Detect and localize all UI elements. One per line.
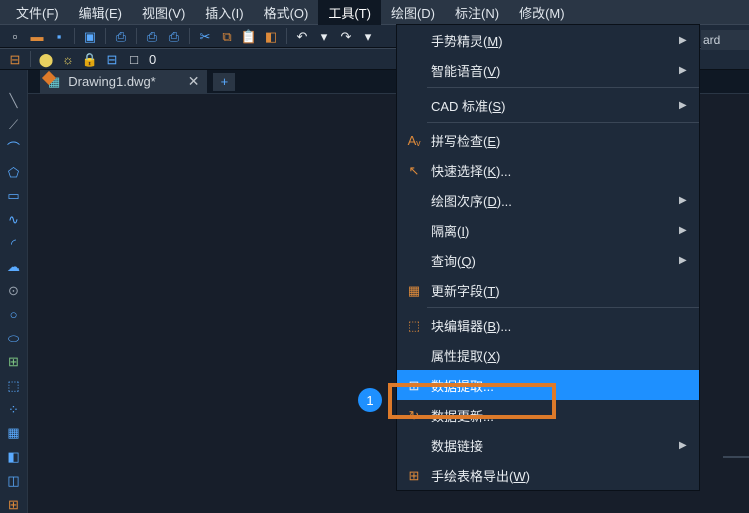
menu-item[interactable]: Aᵥ拼写检查(E) — [397, 125, 699, 155]
new-icon[interactable]: ▫ — [6, 27, 24, 45]
insert-icon[interactable]: ⬚ — [4, 377, 24, 395]
right-fragment: ard — [701, 30, 749, 50]
preview-icon[interactable]: ⎙ — [165, 27, 183, 45]
menu-item[interactable]: 修改(M) — [509, 0, 575, 25]
menu-item-label: 绘图次序(D)... — [427, 191, 679, 210]
copy-icon[interactable]: ⧉ — [218, 27, 236, 45]
menu-item[interactable]: 智能语音(V)▶ — [397, 55, 699, 85]
menu-item[interactable]: 绘图(D) — [381, 0, 445, 25]
tools-menu-dropdown: 手势精灵(M)▶智能语音(V)▶ CAD 标准(S)▶ Aᵥ拼写检查(E)↖快速选择… — [396, 24, 700, 491]
menu-item-label: 更新字段(T) — [427, 281, 679, 300]
menu-item-label: 查询(Q) — [427, 251, 679, 270]
menu-item-label: 快速选择(K)... — [427, 161, 679, 180]
menu-item[interactable]: 数据链接▶ — [397, 430, 699, 460]
plot-icon[interactable]: ⎙ — [143, 27, 161, 45]
menu-item[interactable]: 查询(Q)▶ — [397, 245, 699, 275]
menu-item[interactable]: 绘图次序(D)...▶ — [397, 185, 699, 215]
hatch-icon[interactable]: ▦ — [4, 424, 24, 442]
spline-icon[interactable]: ∿ — [4, 211, 24, 229]
left-tool-strip: ╲ ⟋ ⌒ ⬠ ▭ ∿ ◜ ☁ ⊙ ○ ⬭ ⊞ ⬚ ⁘ ▦ ◧ ◫ ⊞ — [0, 70, 28, 513]
close-icon[interactable]: ✕ — [188, 73, 200, 90]
menu-item[interactable]: ↖快速选择(K)... — [397, 155, 699, 185]
menu-item-label: 数据更新... — [427, 406, 679, 425]
menu-item[interactable]: 文件(F) — [6, 0, 69, 25]
rectangle-icon[interactable]: ▭ — [4, 187, 24, 205]
menu-item-label: 智能语音(V) — [427, 61, 679, 80]
gradient-icon[interactable]: ◧ — [4, 448, 24, 466]
menu-item[interactable]: 视图(V) — [132, 0, 195, 25]
menu-item-label: 数据链接 — [427, 436, 679, 455]
polygon-icon[interactable]: ⬠ — [4, 163, 24, 181]
donut-icon[interactable]: ⊙ — [4, 282, 24, 300]
menu-item[interactable]: CAD 标准(S)▶ — [397, 90, 699, 120]
annotation-callout-1: 1 — [358, 388, 382, 412]
menu-item-label: 隔离(I) — [427, 221, 679, 240]
paste-icon[interactable]: 📋 — [240, 27, 258, 45]
menu-item[interactable]: 标注(N) — [445, 0, 509, 25]
cut-icon[interactable]: ✂ — [196, 27, 214, 45]
menu-item[interactable]: 工具(T) — [318, 0, 381, 25]
saveall-icon[interactable]: ▣ — [81, 27, 99, 45]
tab-filename: Drawing1.dwg* — [68, 74, 155, 89]
ellipse-arc-icon[interactable]: ◜ — [4, 234, 24, 252]
line-icon[interactable]: ╲ — [4, 92, 24, 110]
polyline-icon[interactable]: ⟋ — [4, 116, 24, 134]
menu-item[interactable]: ⬚块编辑器(B)... — [397, 310, 699, 340]
layer-icon[interactable]: ⊟ — [6, 50, 24, 68]
menu-item[interactable]: 格式(O) — [254, 0, 319, 25]
menu-item[interactable]: 属性提取(X) — [397, 340, 699, 370]
menu-item[interactable]: ⊞数据提取... — [397, 370, 699, 400]
document-tab[interactable]: ▦ Drawing1.dwg* ✕ — [40, 70, 207, 93]
undo-icon[interactable]: ↶ — [293, 27, 311, 45]
layer-value: 0 — [149, 52, 156, 67]
menu-item-label: 块编辑器(B)... — [427, 316, 679, 335]
menu-item-label: CAD 标准(S) — [427, 96, 679, 115]
lock-icon[interactable]: 🔒 — [81, 50, 99, 68]
arc-icon[interactable]: ⌒ — [4, 139, 24, 157]
menu-item[interactable]: ↻数据更新... — [397, 400, 699, 430]
circle-icon[interactable]: ○ — [4, 305, 24, 323]
right-line — [723, 456, 749, 458]
redo-icon[interactable]: ↷ — [337, 27, 355, 45]
menu-item[interactable]: 插入(I) — [195, 0, 253, 25]
sun-icon[interactable]: ☼ — [59, 50, 77, 68]
redo-drop-icon[interactable]: ▾ — [359, 27, 377, 45]
table-icon[interactable]: ⊞ — [4, 495, 24, 513]
save-icon[interactable]: ▪ — [50, 27, 68, 45]
layer2-icon[interactable]: ⊟ — [103, 50, 121, 68]
point-icon[interactable]: ⁘ — [4, 400, 24, 418]
menu-bar: 文件(F)编辑(E)视图(V)插入(I)格式(O)工具(T)绘图(D)标注(N)… — [0, 0, 749, 24]
bulb-icon[interactable]: ⬤ — [37, 50, 55, 68]
menu-item-label: 属性提取(X) — [427, 346, 679, 365]
open-icon[interactable]: ▬ — [28, 27, 46, 45]
cloud-icon[interactable]: ☁ — [4, 258, 24, 276]
menu-item[interactable]: 手势精灵(M)▶ — [397, 25, 699, 55]
undo-drop-icon[interactable]: ▾ — [315, 27, 333, 45]
menu-item[interactable]: 编辑(E) — [69, 0, 132, 25]
menu-item-label: 手绘表格导出(W) — [427, 466, 679, 485]
new-tab-button[interactable]: + — [213, 73, 235, 91]
menu-item-label: 拼写检查(E) — [427, 131, 679, 150]
ellipse-icon[interactable]: ⬭ — [4, 329, 24, 347]
region-icon[interactable]: ◫ — [4, 472, 24, 490]
menu-item[interactable]: 隔离(I)▶ — [397, 215, 699, 245]
square-icon[interactable]: □ — [125, 50, 143, 68]
menu-item-label: 手势精灵(M) — [427, 31, 679, 50]
match-icon[interactable]: ◧ — [262, 27, 280, 45]
menu-item-label: 数据提取... — [427, 376, 679, 395]
print-icon[interactable]: ⎙ — [112, 27, 130, 45]
menu-item[interactable]: ⊞手绘表格导出(W) — [397, 460, 699, 490]
menu-item[interactable]: ▦更新字段(T) — [397, 275, 699, 305]
block-icon[interactable]: ⊞ — [4, 353, 24, 371]
